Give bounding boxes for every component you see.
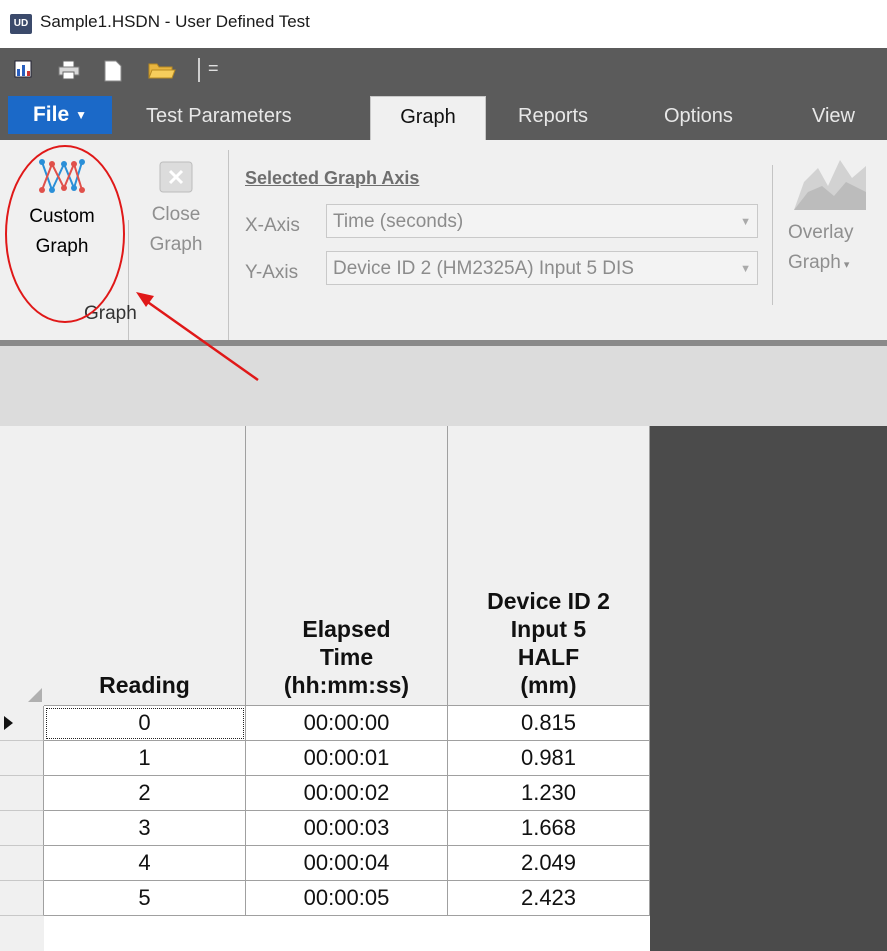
x-axis-select[interactable]: Time (seconds) ▼ xyxy=(326,204,758,238)
app-icon: UD xyxy=(10,14,32,34)
new-file-icon[interactable] xyxy=(104,60,124,82)
title-bar: UD Sample1.HSDN - User Defined Test xyxy=(0,0,887,48)
cell-device-value[interactable]: 2.049 xyxy=(448,846,650,881)
column-header-device-value-label: Device ID 2 Input 5 HALF (mm) xyxy=(487,588,610,698)
table-row[interactable]: 2 00:00:02 1.230 xyxy=(0,776,650,811)
cell-device-value[interactable]: 2.423 xyxy=(448,881,650,916)
cell-device-value[interactable]: 1.230 xyxy=(448,776,650,811)
close-graph-label-line2: Graph xyxy=(149,234,203,255)
tab-graph[interactable]: Graph xyxy=(370,96,486,142)
cell-elapsed-time[interactable]: 00:00:03 xyxy=(246,811,448,846)
table-row[interactable]: 5 00:00:05 2.423 xyxy=(0,881,650,916)
tab-test-parameters[interactable]: Test Parameters xyxy=(146,96,292,136)
column-header-elapsed-time[interactable]: Elapsed Time (hh:mm:ss) xyxy=(246,426,448,706)
row-header[interactable] xyxy=(0,881,44,916)
ribbon-tab-strip: File ▼ Test Parameters Graph Reports Opti… xyxy=(0,92,887,142)
y-axis-label: Y-Axis xyxy=(245,262,299,283)
x-axis-label: X-Axis xyxy=(245,215,300,236)
tab-reports[interactable]: Reports xyxy=(518,96,588,136)
cell-device-value[interactable]: 0.815 xyxy=(448,706,650,741)
cell-reading[interactable]: 2 xyxy=(44,776,246,811)
row-header[interactable] xyxy=(0,706,44,741)
row-header[interactable] xyxy=(0,741,44,776)
column-header-device-value[interactable]: Device ID 2 Input 5 HALF (mm) xyxy=(448,426,650,706)
grid-group-panel xyxy=(0,346,887,426)
cell-device-value[interactable]: 1.668 xyxy=(448,811,650,846)
table-row[interactable]: 0 00:00:00 0.815 xyxy=(0,706,650,741)
ribbon-group-separator xyxy=(228,150,229,340)
y-axis-value: Device ID 2 (HM2325A) Input 5 DIS xyxy=(333,258,634,279)
cell-reading[interactable]: 0 xyxy=(44,706,246,741)
file-menu-button[interactable]: File ▼ xyxy=(8,96,112,134)
column-header-elapsed-time-label: Elapsed Time (hh:mm:ss) xyxy=(283,616,410,698)
close-graph-label-line1: Close xyxy=(151,204,201,225)
cell-elapsed-time[interactable]: 00:00:01 xyxy=(246,741,448,776)
grid-empty-area xyxy=(650,426,887,951)
overlay-graph-label-line1: Overlay xyxy=(788,222,854,243)
customize-toolbar-icon[interactable]: = xyxy=(208,56,219,80)
table-row[interactable]: 3 00:00:03 1.668 xyxy=(0,811,650,846)
table-row[interactable]: 1 00:00:01 0.981 xyxy=(0,741,650,776)
graph-preview-icon[interactable] xyxy=(14,60,34,80)
close-icon xyxy=(159,161,193,193)
file-tab-label: File xyxy=(32,103,70,126)
overlay-graph-button[interactable]: Overlay Graph ▾ xyxy=(782,152,887,280)
highlight-circle-annotation xyxy=(5,145,125,323)
toolbar-separator xyxy=(198,58,200,82)
cell-elapsed-time[interactable]: 00:00:02 xyxy=(246,776,448,811)
table-row[interactable]: 4 00:00:04 2.049 xyxy=(0,846,650,881)
selected-graph-axis-title: Selected Graph Axis xyxy=(245,168,420,188)
chevron-down-icon: ▼ xyxy=(75,108,88,123)
chevron-down-icon: ▼ xyxy=(740,263,751,275)
cell-reading[interactable]: 3 xyxy=(44,811,246,846)
column-header-reading-label: Reading xyxy=(99,672,190,698)
close-graph-button[interactable]: Close Graph xyxy=(136,158,216,260)
current-row-pointer-icon xyxy=(4,716,13,730)
column-header-reading[interactable]: Reading xyxy=(44,426,246,706)
cell-elapsed-time[interactable]: 00:00:05 xyxy=(246,881,448,916)
row-header[interactable] xyxy=(0,776,44,811)
row-header[interactable] xyxy=(0,811,44,846)
tab-options[interactable]: Options xyxy=(664,96,733,136)
cell-reading[interactable]: 1 xyxy=(44,741,246,776)
cell-elapsed-time[interactable]: 00:00:04 xyxy=(246,846,448,881)
cell-device-value[interactable]: 0.981 xyxy=(448,741,650,776)
row-header[interactable] xyxy=(0,846,44,881)
window-title: Sample1.HSDN - User Defined Test xyxy=(40,12,310,31)
quick-access-toolbar: = xyxy=(0,48,887,92)
open-folder-icon[interactable] xyxy=(148,60,176,80)
cell-elapsed-time[interactable]: 00:00:00 xyxy=(246,706,448,741)
overlay-graph-icon xyxy=(794,160,866,210)
cell-reading[interactable]: 5 xyxy=(44,881,246,916)
cell-reading[interactable]: 4 xyxy=(44,846,246,881)
overlay-graph-label-line2: Graph ▾ xyxy=(788,252,850,273)
tab-view[interactable]: View xyxy=(812,96,855,136)
print-icon[interactable] xyxy=(58,60,80,80)
ribbon-group-separator xyxy=(772,165,773,305)
select-all-corner[interactable] xyxy=(28,688,42,702)
x-axis-value: Time (seconds) xyxy=(333,211,464,232)
chevron-down-icon: ▼ xyxy=(740,216,751,228)
y-axis-select[interactable]: Device ID 2 (HM2325A) Input 5 DIS ▼ xyxy=(326,251,758,285)
